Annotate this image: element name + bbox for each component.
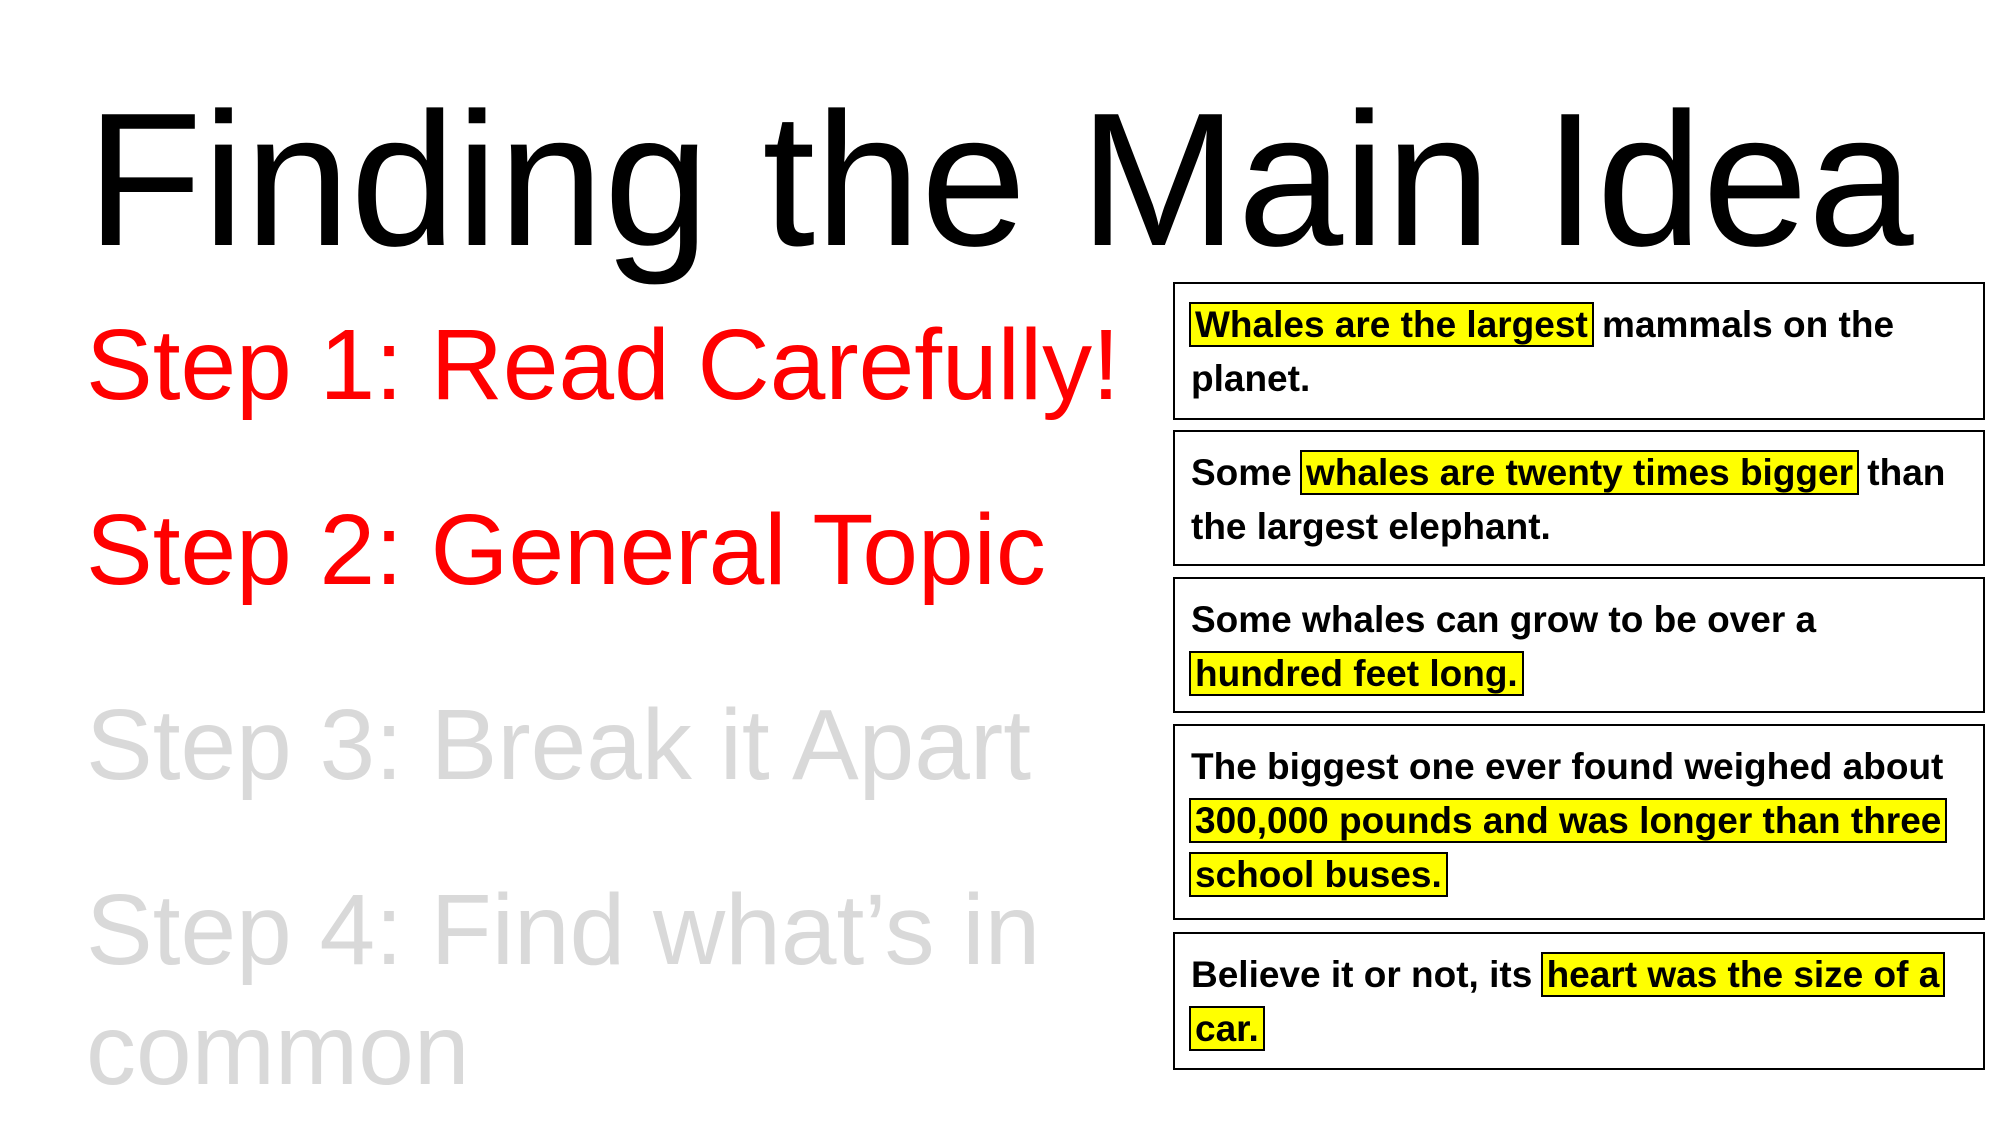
fact-text: Some whales can grow to be over a (1191, 599, 1817, 640)
slide-title: Finding the Main Idea (86, 74, 1914, 286)
fact-text: Some (1191, 452, 1303, 493)
step-1: Step 1: Read Carefully! (86, 309, 1120, 421)
fact-highlight: whales are twenty times bigger (1300, 450, 1860, 495)
fact-box: Whales are the largest mammals on the pl… (1173, 282, 1985, 420)
fact-text: The biggest one ever found weighed about (1191, 746, 1944, 787)
fact-box: Some whales are twenty times bigger than… (1173, 430, 1985, 566)
step-2: Step 2: General Topic (86, 494, 1046, 606)
fact-highlight: 300,000 pounds and was longer than three… (1188, 798, 1948, 897)
fact-box: Some whales can grow to be over a hundre… (1173, 577, 1985, 713)
step-4: Step 4: Find what’s in common (86, 874, 1041, 1106)
fact-box: The biggest one ever found weighed about… (1173, 724, 1985, 920)
fact-highlight: Whales are the largest (1189, 302, 1594, 347)
step-3: Step 3: Break it Apart (86, 689, 1031, 801)
fact-text: Believe it or not, its (1191, 954, 1543, 995)
fact-highlight: hundred feet long. (1189, 651, 1524, 696)
fact-box: Believe it or not, its heart was the siz… (1173, 932, 1985, 1070)
